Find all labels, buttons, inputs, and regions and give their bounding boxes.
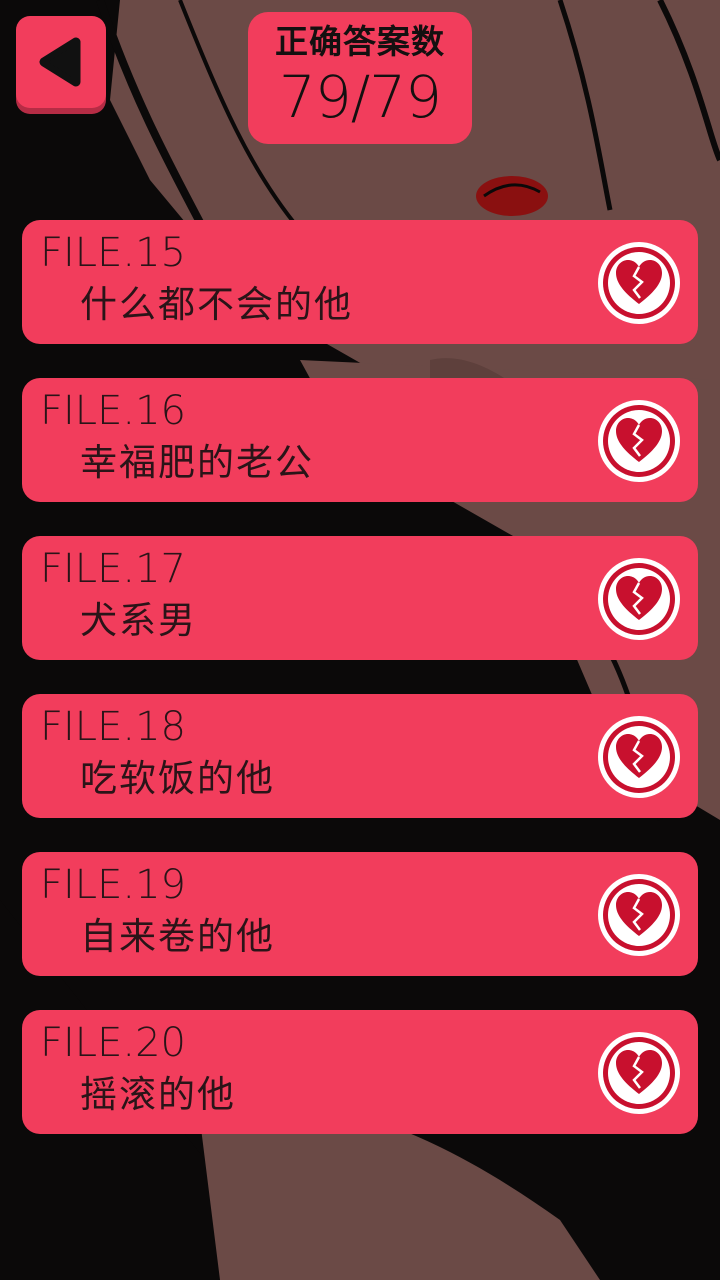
file-number: FILE.16: [40, 388, 186, 434]
file-title: 幸福肥的老公: [80, 441, 314, 484]
file-title: 自来卷的他: [80, 915, 275, 958]
broken-heart-icon: [598, 1032, 680, 1114]
back-button[interactable]: [16, 16, 106, 108]
broken-heart-icon: [598, 716, 680, 798]
file-title: 犬系男: [80, 599, 197, 642]
back-arrow-icon: [39, 37, 81, 87]
broken-heart-icon: [598, 558, 680, 640]
file-item-15[interactable]: FILE.15 什么都不会的他: [22, 220, 698, 344]
file-list: FILE.15 什么都不会的他 FILE.16 幸福肥的老公 FILE.17 犬…: [22, 220, 698, 1168]
file-number: FILE.17: [40, 546, 186, 592]
file-item-19[interactable]: FILE.19 自来卷的他: [22, 852, 698, 976]
file-number: FILE.20: [40, 1020, 186, 1066]
file-item-16[interactable]: FILE.16 幸福肥的老公: [22, 378, 698, 502]
file-title: 什么都不会的他: [80, 283, 353, 326]
broken-heart-icon: [598, 242, 680, 324]
file-item-20[interactable]: FILE.20 摇滚的他: [22, 1010, 698, 1134]
file-item-18[interactable]: FILE.18 吃软饭的他: [22, 694, 698, 818]
file-number: FILE.15: [40, 230, 186, 276]
file-title: 摇滚的他: [80, 1073, 236, 1116]
broken-heart-icon: [598, 400, 680, 482]
file-item-17[interactable]: FILE.17 犬系男: [22, 536, 698, 660]
file-number: FILE.18: [40, 704, 186, 750]
score-label: 正确答案数: [275, 22, 445, 61]
file-title: 吃软饭的他: [80, 757, 275, 800]
broken-heart-icon: [598, 874, 680, 956]
file-number: FILE.19: [40, 862, 186, 908]
score-value: 79/79: [278, 63, 442, 131]
correct-answers-panel: 正确答案数 79/79: [248, 12, 472, 144]
